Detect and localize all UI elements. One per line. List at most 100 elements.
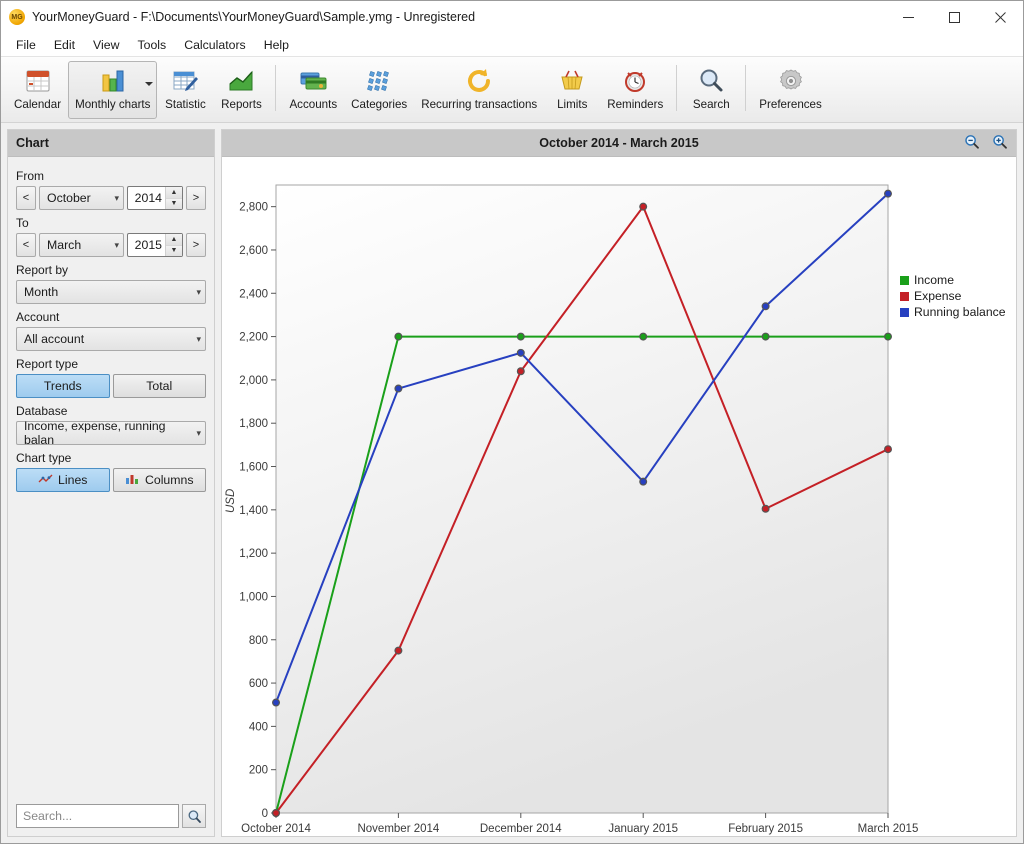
to-month-select[interactable]: March ▾ bbox=[39, 233, 124, 257]
chart-settings-sidebar: Chart From < October ▾ 2014 ▲ ▼ > To < M… bbox=[7, 129, 215, 837]
columns-icon bbox=[125, 473, 140, 488]
gear-icon bbox=[776, 65, 806, 97]
menu-file[interactable]: File bbox=[7, 35, 45, 55]
main-body: Chart From < October ▾ 2014 ▲ ▼ > To < M… bbox=[1, 123, 1023, 843]
account-label: Account bbox=[16, 310, 60, 324]
main-toolbar: Calendar Monthly charts Statistic Report… bbox=[1, 57, 1023, 123]
report-by-select[interactable]: Month ▾ bbox=[16, 280, 206, 304]
maximize-button[interactable] bbox=[931, 1, 977, 33]
from-next-button[interactable]: > bbox=[186, 186, 206, 210]
toolbar-button-reports[interactable]: Reports bbox=[213, 61, 269, 119]
basket-icon bbox=[557, 65, 587, 97]
to-row: < March ▾ 2015 ▲ ▼ > bbox=[16, 233, 206, 257]
search-input[interactable]: Search... bbox=[16, 804, 179, 828]
menu-calculators[interactable]: Calculators bbox=[175, 35, 255, 55]
sidebar-content: From < October ▾ 2014 ▲ ▼ > To < March ▾… bbox=[8, 157, 214, 796]
from-month-select[interactable]: October ▾ bbox=[39, 186, 124, 210]
recurring-icon bbox=[464, 65, 494, 97]
toolbar-label-reminders: Reminders bbox=[607, 98, 664, 111]
sidebar-header: Chart bbox=[8, 130, 214, 157]
toolbar-button-categories[interactable]: Categories bbox=[344, 61, 414, 119]
toolbar-label-calendar: Calendar bbox=[14, 98, 62, 111]
svg-text:1,000: 1,000 bbox=[239, 591, 268, 603]
database-value: Income, expense, running balan bbox=[24, 419, 166, 447]
sidebar-footer: Search... bbox=[8, 796, 214, 836]
database-label: Database bbox=[16, 404, 68, 418]
to-year-up-icon[interactable]: ▲ bbox=[166, 234, 182, 246]
chart-type-label: Chart type bbox=[16, 451, 72, 465]
from-year-stepper[interactable]: 2014 ▲ ▼ bbox=[127, 186, 183, 210]
zoom-in-icon[interactable] bbox=[992, 134, 1008, 153]
to-next-button[interactable]: > bbox=[186, 233, 206, 257]
search-placeholder: Search... bbox=[23, 809, 73, 823]
chart-type-columns-button[interactable]: Columns bbox=[112, 468, 206, 492]
from-year-up-icon[interactable]: ▲ bbox=[166, 187, 182, 199]
toolbar-button-accounts[interactable]: Accounts bbox=[282, 61, 344, 119]
close-button[interactable] bbox=[977, 1, 1023, 33]
report-type-total-button[interactable]: Total bbox=[112, 374, 206, 398]
to-label: To bbox=[16, 216, 29, 230]
account-value: All account bbox=[24, 332, 85, 346]
legend-swatch-icon bbox=[900, 291, 909, 301]
svg-text:200: 200 bbox=[249, 765, 268, 777]
menu-view[interactable]: View bbox=[84, 35, 128, 55]
chart-type-columns-label: Columns bbox=[144, 473, 194, 487]
from-prev-button[interactable]: < bbox=[16, 186, 36, 210]
svg-text:USD: USD bbox=[225, 489, 237, 513]
legend-item: Running balance bbox=[900, 305, 1005, 319]
toolbar-label-accounts: Accounts bbox=[289, 98, 338, 111]
from-year-arrows[interactable]: ▲ ▼ bbox=[165, 187, 182, 209]
database-select[interactable]: Income, expense, running balan ▾ bbox=[16, 419, 206, 447]
chart-plot-area[interactable]: 0 200 400 600 800 1,000 1,200 1,400 1,600 1,800 2,… bbox=[222, 157, 1016, 836]
toolbar-label-reports: Reports bbox=[221, 98, 262, 111]
to-year-down-icon[interactable]: ▼ bbox=[166, 245, 182, 256]
toolbar-button-recurring-transactions[interactable]: Recurring transactions bbox=[414, 61, 544, 119]
chart-title: October 2014 - March 2015 bbox=[539, 136, 699, 150]
svg-text:2,000: 2,000 bbox=[239, 375, 268, 387]
chart-panel: October 2014 - March 2015 0 200 400 600 800 1… bbox=[221, 129, 1017, 837]
credit-card-icon bbox=[298, 65, 328, 97]
zoom-out-icon[interactable] bbox=[964, 134, 980, 153]
svg-text:800: 800 bbox=[249, 635, 268, 647]
svg-text:600: 600 bbox=[249, 678, 268, 690]
menu-tools[interactable]: Tools bbox=[128, 35, 175, 55]
reports-icon bbox=[226, 65, 256, 97]
legend-item: Expense bbox=[900, 289, 1005, 303]
toolbar-button-preferences[interactable]: Preferences bbox=[752, 61, 829, 119]
chart-type-lines-button[interactable]: Lines bbox=[16, 468, 110, 492]
chevron-down-icon: ▾ bbox=[114, 192, 119, 203]
report-type-trends-button[interactable]: Trends bbox=[16, 374, 110, 398]
statistic-icon bbox=[170, 65, 200, 97]
menu-help[interactable]: Help bbox=[255, 35, 298, 55]
svg-text:December 2014: December 2014 bbox=[480, 823, 562, 835]
svg-text:2,800: 2,800 bbox=[239, 202, 268, 214]
to-prev-button[interactable]: < bbox=[16, 233, 36, 257]
alarm-clock-icon bbox=[620, 65, 650, 97]
toolbar-button-reminders[interactable]: Reminders bbox=[600, 61, 670, 119]
report-type-label: Report type bbox=[16, 357, 79, 371]
chevron-down-icon[interactable] bbox=[145, 82, 154, 86]
to-year-arrows[interactable]: ▲ ▼ bbox=[165, 234, 182, 256]
from-year-down-icon[interactable]: ▼ bbox=[166, 198, 182, 209]
legend-label: Expense bbox=[914, 289, 962, 303]
account-select[interactable]: All account ▾ bbox=[16, 327, 206, 351]
toolbar-button-statistic[interactable]: Statistic bbox=[157, 61, 213, 119]
window-title: YourMoneyGuard - F:\Documents\YourMoneyG… bbox=[32, 10, 476, 24]
svg-text:2,200: 2,200 bbox=[239, 332, 268, 344]
magnifier-icon bbox=[696, 65, 726, 97]
toolbar-separator-1 bbox=[275, 65, 277, 111]
to-year-stepper[interactable]: 2015 ▲ ▼ bbox=[127, 233, 183, 257]
lines-icon bbox=[38, 473, 53, 488]
menu-edit[interactable]: Edit bbox=[45, 35, 84, 55]
svg-text:0: 0 bbox=[262, 808, 268, 820]
toolbar-button-search[interactable]: Search bbox=[683, 61, 739, 119]
minimize-button[interactable] bbox=[885, 1, 931, 33]
svg-text:January 2015: January 2015 bbox=[608, 823, 678, 835]
chevron-down-icon: ▾ bbox=[196, 427, 201, 438]
search-button[interactable] bbox=[182, 804, 206, 828]
from-month-value: October bbox=[47, 191, 91, 205]
toolbar-button-calendar[interactable]: Calendar bbox=[7, 61, 68, 119]
svg-text:2,600: 2,600 bbox=[239, 245, 268, 257]
toolbar-button-limits[interactable]: Limits bbox=[544, 61, 600, 119]
toolbar-button-monthly-charts[interactable]: Monthly charts bbox=[68, 61, 158, 119]
